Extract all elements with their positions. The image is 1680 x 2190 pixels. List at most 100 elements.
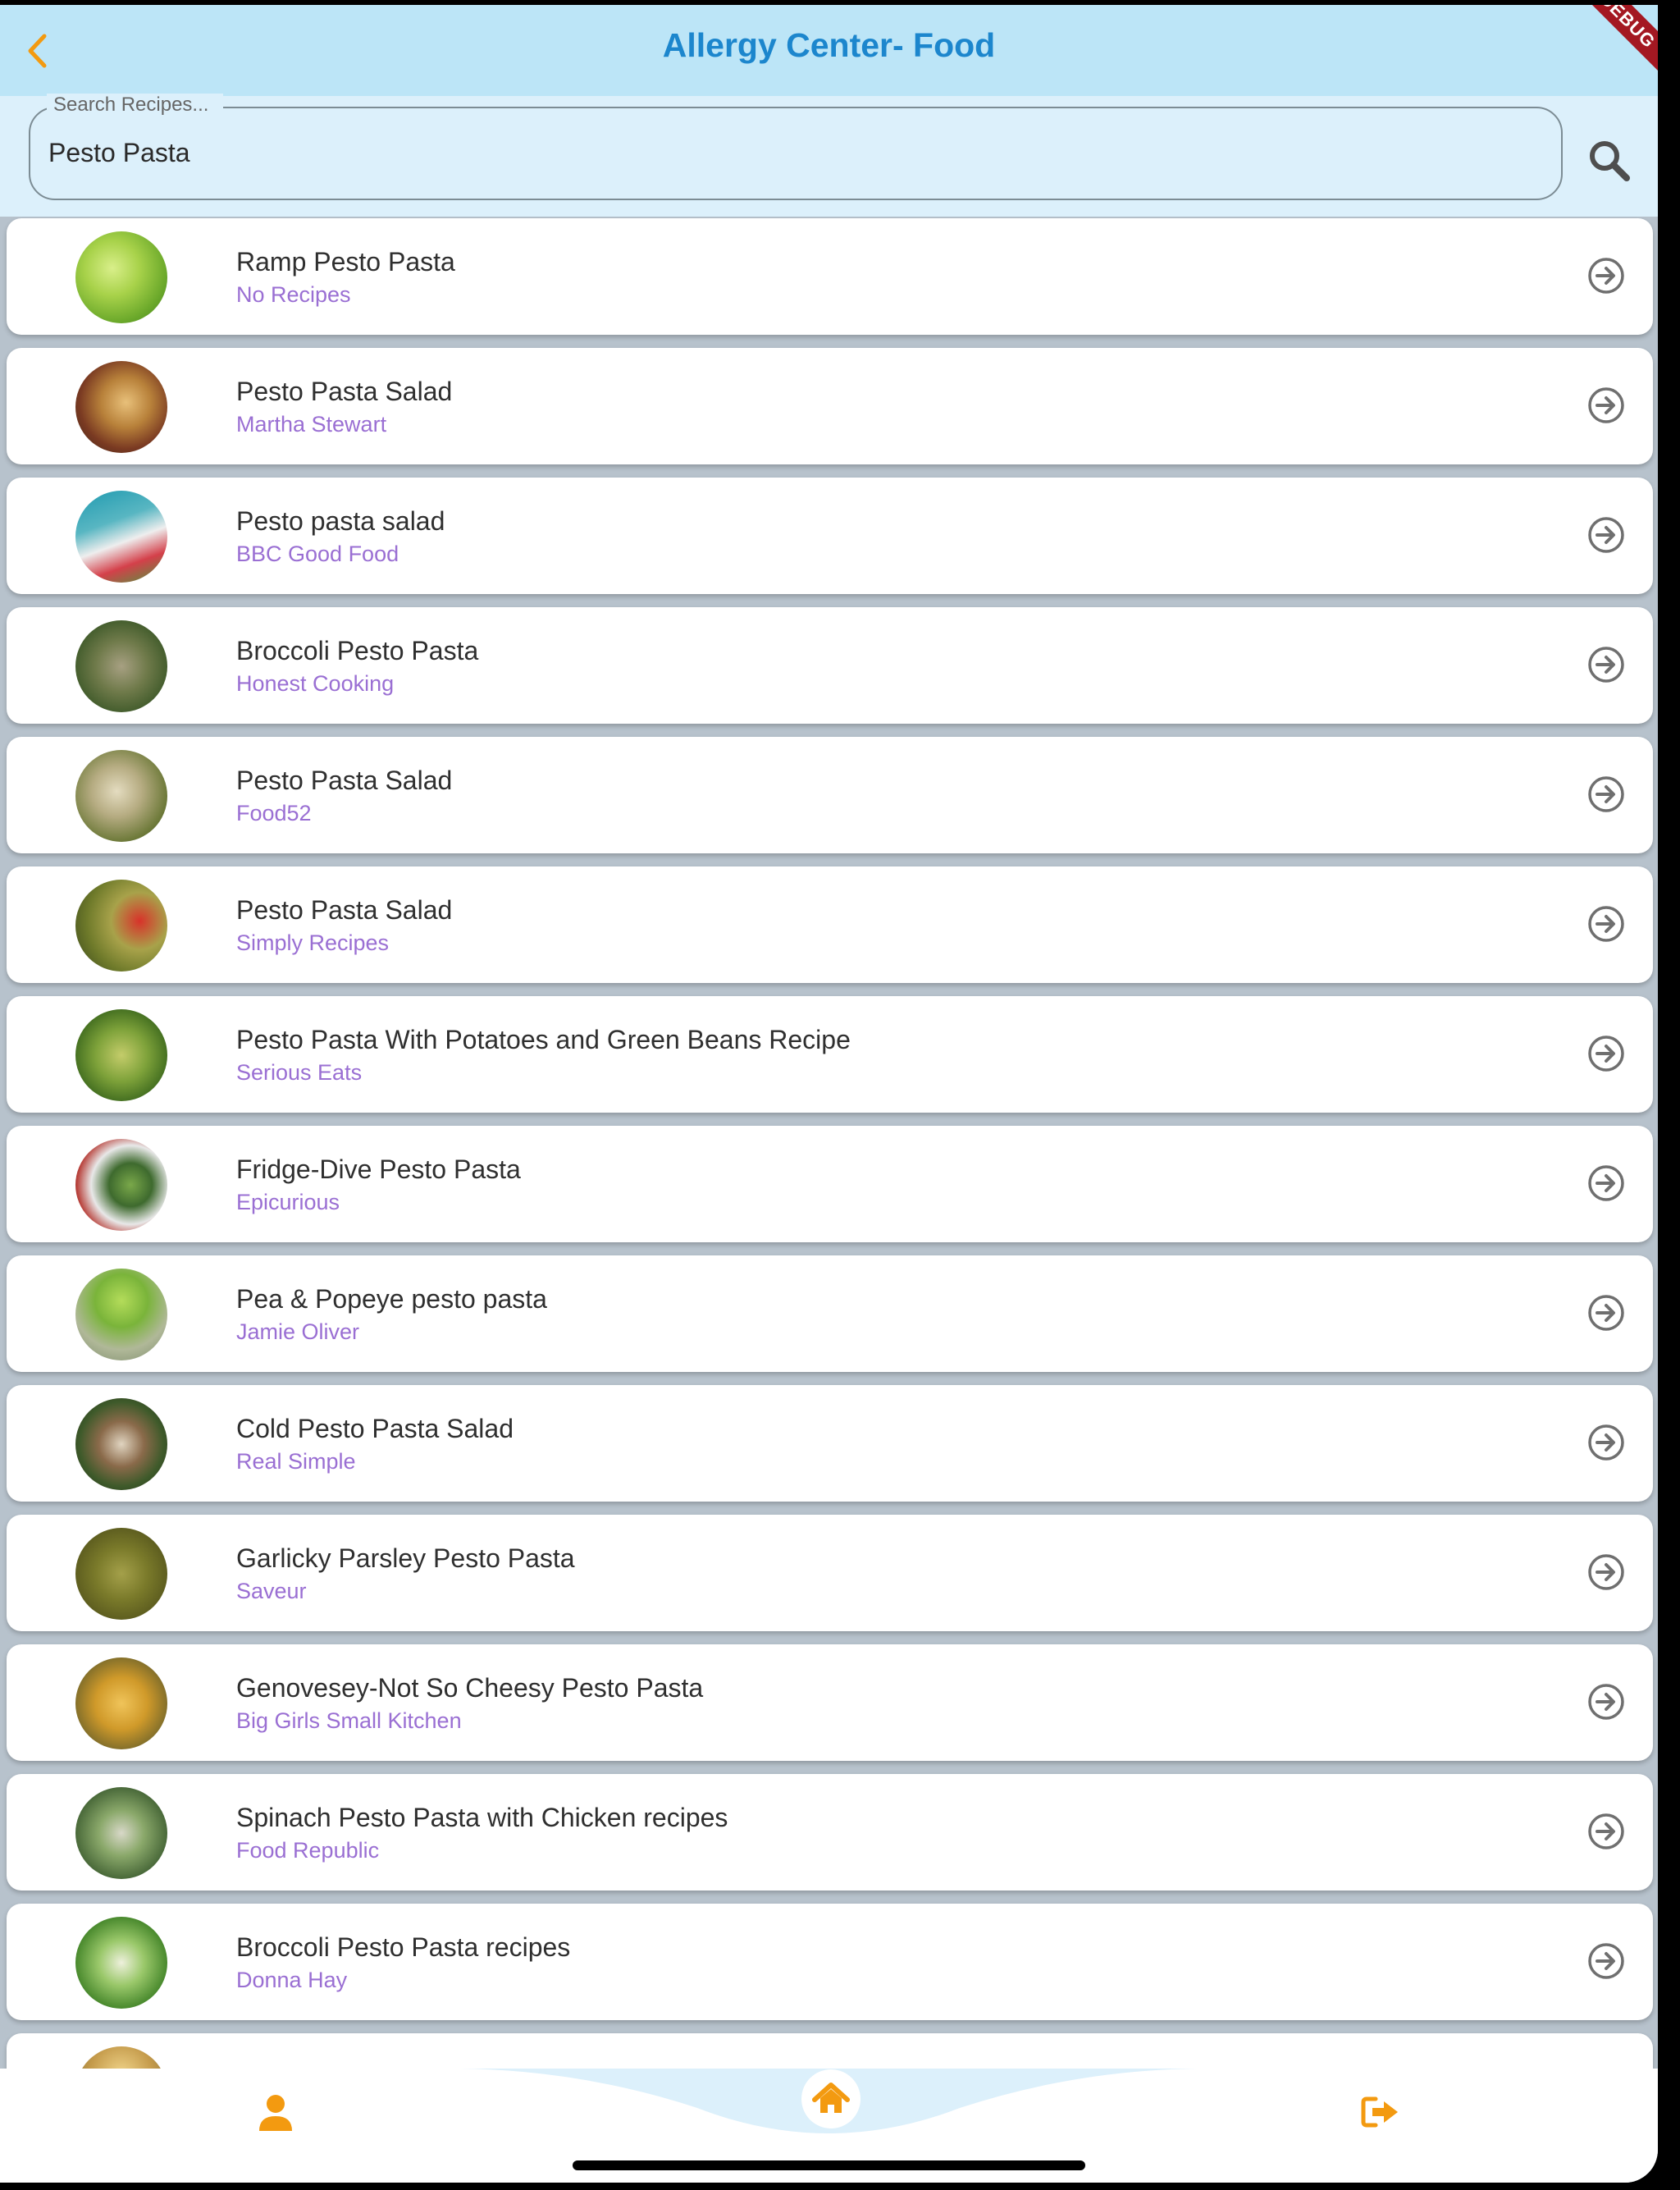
recipe-card[interactable]: Fridge-Dive Pesto Pasta Epicurious — [7, 1126, 1653, 1242]
search-input[interactable]: Search Recipes... Pesto Pasta — [29, 94, 1563, 200]
recipe-source[interactable]: Food Republic — [236, 1838, 379, 1863]
recipe-thumbnail — [75, 231, 167, 323]
arrow-circle-right-icon — [1588, 1684, 1624, 1720]
open-recipe-button[interactable] — [1586, 1293, 1626, 1333]
open-recipe-button[interactable] — [1586, 1812, 1626, 1851]
recipe-title: Spinach Pesto Pasta with Chicken recipes — [236, 1803, 728, 1832]
recipe-thumbnail — [75, 1657, 167, 1749]
recipe-card[interactable]: Ramp Pesto Pasta No Recipes — [7, 218, 1653, 335]
home-indicator — [573, 2160, 1085, 2170]
app-bar: Allergy Center- Food DEBUG — [0, 5, 1658, 96]
recipe-card[interactable]: Pea & Popeye pesto pasta Jamie Oliver — [7, 1255, 1653, 1372]
search-value[interactable]: Pesto Pasta — [48, 138, 190, 168]
recipe-source[interactable]: Simply Recipes — [236, 930, 389, 956]
arrow-circle-right-icon — [1588, 1036, 1624, 1072]
nav-home-button[interactable] — [798, 2069, 864, 2129]
logout-icon — [1361, 2096, 1398, 2128]
recipe-thumbnail — [75, 361, 167, 453]
recipe-thumbnail — [75, 1787, 167, 1879]
open-recipe-button[interactable] — [1586, 775, 1626, 814]
open-recipe-button[interactable] — [1586, 515, 1626, 555]
recipe-card[interactable]: Garlicky Parsley Pesto Pasta Saveur — [7, 1515, 1653, 1631]
arrow-circle-right-icon — [1588, 1295, 1624, 1331]
recipe-title: Pesto Pasta Salad — [236, 895, 453, 925]
recipe-title: Broccoli Pesto Pasta — [236, 636, 479, 665]
recipe-source[interactable]: Real Simple — [236, 1449, 356, 1474]
nav-logout-button[interactable] — [1361, 2096, 1400, 2128]
recipe-title: Pesto pasta salad — [236, 506, 445, 536]
recipe-thumbnail — [75, 491, 167, 583]
open-recipe-button[interactable] — [1586, 1423, 1626, 1462]
recipe-source[interactable]: Martha Stewart — [236, 412, 386, 437]
open-recipe-button[interactable] — [1586, 256, 1626, 295]
open-recipe-button[interactable] — [1586, 904, 1626, 944]
recipe-card[interactable]: Pesto pasta salad BBC Good Food — [7, 478, 1653, 594]
recipe-source[interactable]: Honest Cooking — [236, 671, 394, 697]
search-bar: Search Recipes... Pesto Pasta — [0, 94, 1658, 217]
arrow-circle-right-icon — [1588, 1943, 1624, 1979]
open-recipe-button[interactable] — [1586, 1552, 1626, 1592]
arrow-circle-right-icon — [1588, 517, 1624, 553]
recipe-title: Fridge-Dive Pesto Pasta — [236, 1154, 521, 1184]
recipe-thumbnail — [75, 620, 167, 712]
search-label: Search Recipes... — [47, 94, 224, 117]
recipe-source[interactable]: Saveur — [236, 1579, 307, 1604]
search-button[interactable] — [1586, 137, 1633, 185]
nav-profile-button[interactable] — [258, 2093, 294, 2133]
recipe-title: Garlicky Parsley Pesto Pasta — [236, 1543, 575, 1573]
recipe-card[interactable]: Spinach Pesto Pasta with Chicken recipes… — [7, 1774, 1653, 1891]
open-recipe-button[interactable] — [1586, 386, 1626, 425]
open-recipe-button[interactable] — [1586, 1034, 1626, 1073]
open-recipe-button[interactable] — [1586, 645, 1626, 684]
home-icon — [801, 2069, 861, 2128]
arrow-circle-right-icon — [1588, 258, 1624, 294]
page-title: Allergy Center- Food — [662, 26, 996, 64]
recipe-source[interactable]: BBC Good Food — [236, 542, 399, 567]
recipe-card[interactable]: Cold Pesto Pasta Salad Real Simple — [7, 1385, 1653, 1502]
recipe-thumbnail — [75, 1009, 167, 1101]
recipe-card[interactable]: Pesto Pasta With Potatoes and Green Bean… — [7, 996, 1653, 1113]
recipe-thumbnail — [75, 1917, 167, 2009]
recipe-thumbnail — [75, 1139, 167, 1231]
arrow-circle-right-icon — [1588, 1424, 1624, 1461]
recipe-thumbnail — [75, 880, 167, 972]
arrow-circle-right-icon — [1588, 906, 1624, 942]
recipe-card[interactable]: Pesto Pasta Salad Simply Recipes — [7, 866, 1653, 983]
recipe-title: Pesto Pasta Salad — [236, 766, 453, 795]
person-icon — [259, 2095, 292, 2131]
recipe-title: Pea & Popeye pesto pasta — [236, 1284, 547, 1314]
recipe-source[interactable]: Epicurious — [236, 1190, 340, 1215]
recipe-title: Pesto Pasta With Potatoes and Green Bean… — [236, 1025, 851, 1054]
arrow-circle-right-icon — [1588, 1813, 1624, 1849]
recipe-thumbnail — [75, 1528, 167, 1620]
recipe-title: Cold Pesto Pasta Salad — [236, 1414, 514, 1443]
recipe-source[interactable]: Serious Eats — [236, 1060, 362, 1086]
recipe-thumbnail — [75, 1398, 167, 1490]
recipe-title: Pesto Pasta Salad — [236, 377, 453, 406]
recipe-card[interactable]: Broccoli Pesto Pasta recipes Donna Hay — [7, 1904, 1653, 2020]
app-screen: Allergy Center- Food DEBUG Search Recipe… — [0, 5, 1658, 2183]
arrow-circle-right-icon — [1588, 1554, 1624, 1590]
recipe-card[interactable]: Broccoli Pesto Pasta Honest Cooking — [7, 607, 1653, 724]
recipe-title: Genovesey-Not So Cheesy Pesto Pasta — [236, 1673, 704, 1703]
open-recipe-button[interactable] — [1586, 1682, 1626, 1721]
recipe-source[interactable]: No Recipes — [236, 282, 351, 308]
recipe-card[interactable]: Pesto Pasta Salad Martha Stewart — [7, 348, 1653, 464]
recipe-source[interactable]: Food52 — [236, 801, 312, 826]
recipe-thumbnail — [75, 1269, 167, 1360]
recipe-source[interactable]: Donna Hay — [236, 1968, 347, 1993]
open-recipe-button[interactable] — [1586, 1941, 1626, 1981]
arrow-circle-right-icon — [1588, 1165, 1624, 1201]
arrow-circle-right-icon — [1588, 647, 1624, 683]
arrow-circle-right-icon — [1588, 776, 1624, 812]
recipe-card[interactable]: Genovesey-Not So Cheesy Pesto Pasta Big … — [7, 1644, 1653, 1761]
recipe-source[interactable]: Big Girls Small Kitchen — [236, 1708, 462, 1734]
arrow-circle-right-icon — [1588, 387, 1624, 423]
recipe-thumbnail — [75, 750, 167, 842]
recipe-title: Broccoli Pesto Pasta recipes — [236, 1932, 571, 1962]
recipe-source[interactable]: Jamie Oliver — [236, 1319, 359, 1345]
search-icon — [1590, 141, 1630, 181]
recipe-title: Ramp Pesto Pasta — [236, 247, 455, 277]
recipe-card[interactable]: Pesto Pasta Salad Food52 — [7, 737, 1653, 853]
open-recipe-button[interactable] — [1586, 1164, 1626, 1203]
